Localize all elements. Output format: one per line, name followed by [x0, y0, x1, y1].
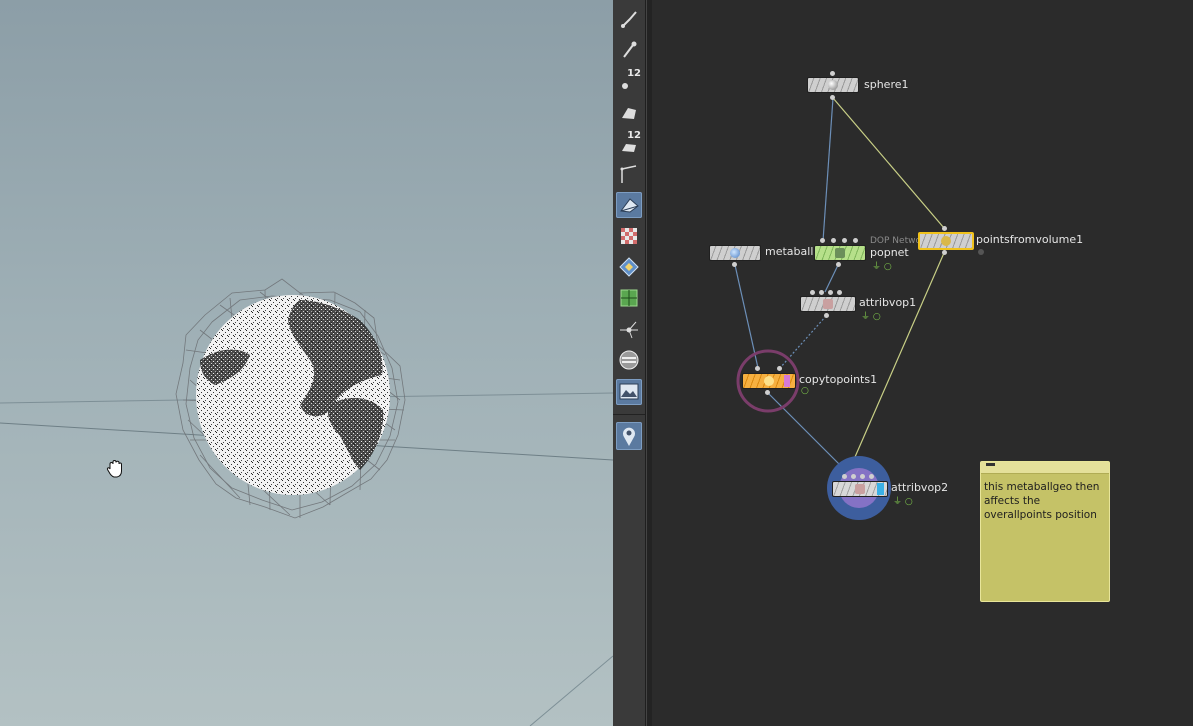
input-connector[interactable] [820, 238, 825, 243]
node-pointsfromvolume1[interactable] [918, 232, 974, 250]
input-connector[interactable] [819, 290, 824, 295]
network-editor[interactable]: sphere1 metaball1 DOP Network popnet ⏚ ○… [652, 0, 1193, 726]
output-connector[interactable] [824, 313, 829, 318]
node-attribvop2[interactable] [832, 481, 888, 497]
pin-tool-button[interactable] [616, 37, 642, 63]
node-label-attribvop2: attribvop2 [891, 481, 949, 494]
uv-button[interactable] [616, 254, 642, 280]
shaded-wireframe-icon [620, 198, 639, 213]
output-connector[interactable] [765, 390, 770, 395]
input-connector[interactable] [837, 290, 842, 295]
vertex-icon [620, 321, 638, 339]
template-marker [784, 375, 790, 387]
node-label-metaball1: metaball1 [765, 245, 821, 258]
output-connector[interactable] [836, 262, 841, 267]
grid-display-icon [620, 289, 638, 307]
scene-viewport[interactable] [0, 0, 613, 726]
pin-icon [623, 41, 637, 58]
brush-icon [621, 11, 637, 28]
input-connector[interactable] [942, 226, 947, 231]
node-copytopoints1[interactable] [742, 373, 796, 389]
input-connector[interactable] [842, 238, 847, 243]
input-connector[interactable] [853, 238, 858, 243]
vertex-button[interactable] [616, 316, 642, 342]
point-count-button[interactable]: 12 [616, 68, 642, 94]
output-connector[interactable] [830, 95, 835, 100]
checker-texture-button[interactable] [616, 223, 642, 249]
image-plane-button[interactable] [616, 379, 642, 405]
node-attribvop1[interactable] [800, 296, 856, 312]
node-label-pointsfromvolume1: pointsfromvolume1 [976, 233, 1084, 246]
sticky-note-titlebar[interactable] [981, 462, 1109, 474]
checker-texture-icon [621, 228, 637, 244]
shaded-wireframe-button[interactable] [616, 192, 642, 218]
input-connector[interactable] [842, 474, 847, 479]
display-flag-icon[interactable]: ○ [801, 386, 809, 396]
edge-curve-icon [620, 165, 637, 183]
face-select-icon [622, 108, 636, 119]
display-flag-icon[interactable]: ⏚ ○ [893, 494, 913, 507]
face-select-button[interactable] [616, 99, 642, 125]
face-count-button[interactable]: 12 [616, 130, 642, 156]
output-connector[interactable] [732, 262, 737, 267]
input-connector[interactable] [851, 474, 856, 479]
display-flag-icon[interactable]: ⏚ ○ [872, 259, 892, 272]
vop-icon [823, 299, 833, 309]
input-connector[interactable] [810, 290, 815, 295]
uv-icon [619, 257, 639, 277]
location-pin-icon [623, 427, 635, 446]
background-icon [619, 350, 639, 370]
dop-network-icon [835, 248, 845, 258]
minimize-icon[interactable] [986, 463, 995, 466]
image-plane-icon [619, 383, 639, 400]
toolbar-separator [613, 414, 645, 415]
hand-pan-icon [106, 459, 122, 478]
vop-icon [855, 484, 865, 494]
node-wires [734, 97, 945, 520]
node-metaball1[interactable] [709, 245, 761, 261]
brush-tool-button[interactable] [616, 6, 642, 32]
copy-to-points-icon [764, 376, 774, 386]
wire-pfv-attribvop2 [847, 252, 945, 474]
edge-curve-button[interactable] [616, 161, 642, 187]
node-sphere1[interactable] [807, 77, 859, 93]
input-connector[interactable] [830, 71, 835, 76]
input-connector[interactable] [777, 366, 782, 371]
display-flag-icon[interactable]: ⏚ ○ [861, 309, 881, 322]
wire-sphere-popnet [822, 97, 834, 242]
viewport-toolbar: 12 12 [613, 0, 646, 726]
wire-sphere-pfv [832, 97, 945, 229]
node-popnet[interactable] [814, 245, 866, 261]
sphere-icon [828, 80, 838, 90]
display-marker [877, 483, 884, 495]
input-connector[interactable] [755, 366, 760, 371]
points-from-volume-icon [941, 236, 951, 246]
input-connector[interactable] [869, 474, 874, 479]
node-label-copytopoints1: copytopoints1 [799, 373, 878, 386]
lock-icon[interactable] [978, 249, 984, 255]
node-label-attribvop1: attribvop1 [859, 296, 917, 309]
wire-popnet-attribvop1 [824, 262, 840, 293]
point-count-number: 12 [627, 68, 641, 79]
wire-attribvop1-copy [779, 315, 827, 369]
node-label-popnet: popnet [870, 246, 909, 259]
output-connector[interactable] [942, 250, 947, 255]
metaball-icon [730, 248, 740, 258]
node-label-sphere1: sphere1 [864, 78, 909, 91]
grid-line [529, 655, 613, 726]
background-button[interactable] [616, 347, 642, 373]
input-connector[interactable] [831, 238, 836, 243]
location-pin-button[interactable] [616, 422, 642, 450]
wire-copy-attribvop2 [767, 392, 849, 474]
sticky-note-text[interactable]: this metaballgeo then affects the overal… [981, 474, 1109, 522]
grid-display-button[interactable] [616, 285, 642, 311]
face-count-number: 12 [627, 130, 641, 141]
sticky-note[interactable]: this metaballgeo then affects the overal… [980, 461, 1110, 602]
input-connector[interactable] [860, 474, 865, 479]
input-connector[interactable] [828, 290, 833, 295]
